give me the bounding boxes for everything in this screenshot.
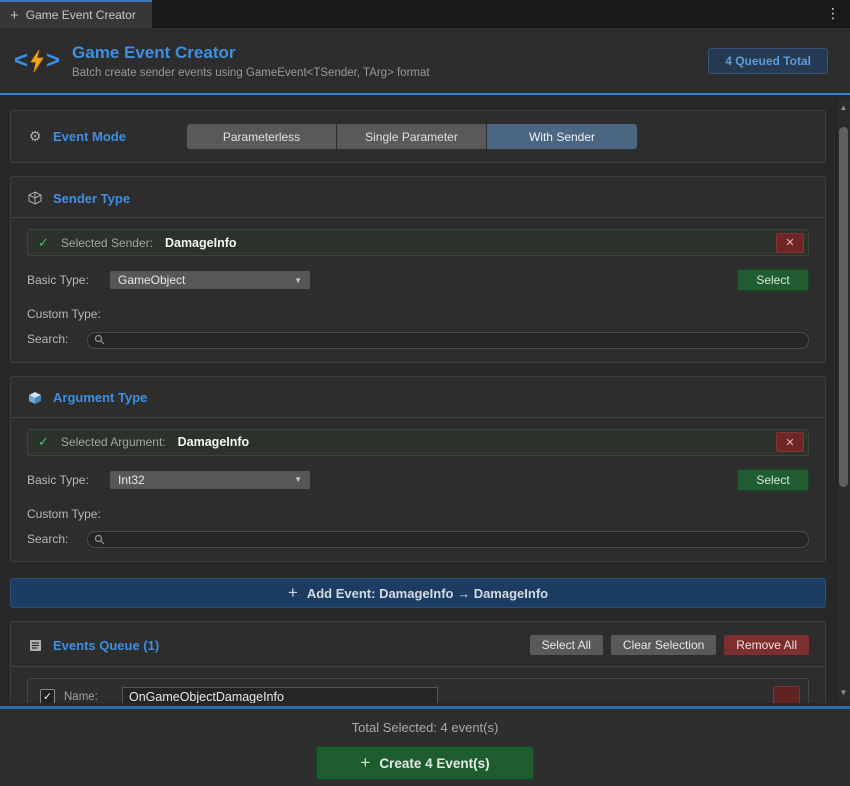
sender-basic-type-label: Basic Type: [27, 273, 89, 287]
selected-sender-label: Selected Sender: [60, 235, 153, 250]
sender-search-input[interactable] [87, 331, 809, 349]
remove-all-button[interactable]: Remove All [724, 635, 809, 655]
argument-basic-type-value: Int32 [118, 472, 145, 487]
tab-bar: + Game Event Creator ⋮ [0, 0, 850, 28]
events-queue-header: Events Queue (1) Select All Clear Select… [27, 635, 809, 655]
footer: Total Selected: 4 event(s) + Create 4 Ev… [0, 706, 850, 786]
gear-icon: ⚙ [28, 128, 42, 144]
checkmark-icon: ✓ [38, 234, 49, 250]
argument-type-title-row: Argument Type [27, 390, 809, 406]
sender-type-panel: Sender Type ✓ Selected Sender: DamageInf… [10, 176, 826, 363]
chevron-down-icon: ▼ [294, 275, 302, 285]
argument-searchbox [87, 530, 809, 550]
list-icon [27, 637, 43, 653]
page-title: Game Event Creator [72, 42, 236, 62]
clear-selection-button[interactable]: Clear Selection [610, 635, 717, 655]
argument-custom-type-label: Custom Type: [27, 506, 101, 521]
selected-argument-value: DamageInfo [177, 435, 250, 449]
add-event-label: Add Event: DamageInfo → DamageInfo [306, 585, 549, 601]
event-mode-panel: ⚙ Event Mode Parameterless Single Parame… [10, 110, 826, 163]
argument-basic-type-label: Basic Type: [27, 472, 89, 487]
selected-sender-value: DamageInfo [164, 235, 237, 250]
argument-search-row: Search: [27, 530, 809, 550]
window-menu-icon[interactable]: ⋮ [826, 5, 840, 22]
sender-custom-type-label: Custom Type: [27, 307, 101, 321]
sender-type-title-row: Sender Type [27, 190, 809, 206]
argument-search-label: Search: [27, 531, 69, 546]
argument-select-button[interactable]: Select [737, 468, 809, 491]
sender-basic-type-value: GameObject [118, 273, 186, 287]
scrollbar-down-button[interactable]: ▼ [837, 688, 850, 697]
checkmark-icon: ✓ [42, 691, 53, 703]
argument-search-input[interactable] [87, 531, 809, 548]
tab-label: Game Event Creator [25, 8, 136, 22]
search-icon [94, 332, 105, 350]
cube-outline-icon [27, 190, 43, 206]
argument-type-title: Argument Type [53, 390, 148, 405]
select-all-button[interactable]: Select All [529, 635, 603, 655]
clear-argument-button[interactable]: ✕ [776, 432, 804, 452]
argument-type-panel: Argument Type ✓ Selected Argument: Damag… [10, 375, 826, 562]
chevron-down-icon: ▼ [294, 475, 302, 484]
queue-item-name-input[interactable] [122, 687, 438, 703]
sender-basic-type-dropdown[interactable]: GameObject ▼ [109, 270, 311, 290]
selected-sender-row: ✓ Selected Sender: DamageInfo ✕ [27, 229, 809, 256]
sender-basic-type-row: Basic Type: GameObject ▼ Select [27, 269, 809, 291]
divider [11, 666, 825, 667]
plus-icon: + [287, 583, 298, 602]
remove-queue-item-button[interactable]: ✕ [773, 686, 800, 703]
events-queue-panel: Events Queue (1) Select All Clear Select… [10, 621, 826, 703]
events-queue-title: Events Queue (1) [53, 637, 160, 653]
sender-search-row: Search: [27, 330, 809, 349]
clear-sender-button[interactable]: ✕ [776, 232, 804, 253]
content-area: ⚙ Event Mode Parameterless Single Parame… [0, 97, 850, 703]
selected-argument-label: Selected Argument: [60, 435, 166, 449]
plus-icon: + [360, 753, 371, 772]
queue-item-grid: ✓ Name: Category Type: <GameObject, Dama… [40, 687, 764, 703]
scrollbar-up-button[interactable]: ▲ [837, 103, 850, 112]
event-mode-title-row: ⚙ Event Mode [27, 128, 187, 145]
mode-button-single-parameter[interactable]: Single Parameter [337, 124, 487, 149]
search-icon [94, 532, 105, 550]
divider [11, 416, 825, 418]
cube-filled-icon [27, 390, 43, 406]
sender-search-label: Search: [27, 332, 69, 347]
header: < > Game Event Creator Batch create send… [0, 28, 850, 95]
event-mode-segmented-control: Parameterless Single Parameter With Send… [187, 124, 637, 149]
app-logo-icon: < > [14, 47, 60, 75]
selected-argument-row: ✓ Selected Argument: DamageInfo ✕ [27, 428, 809, 456]
sender-searchbox [87, 330, 809, 349]
angle-right-glyph: > [46, 46, 61, 74]
checkmark-icon: ✓ [38, 434, 49, 449]
sender-select-button[interactable]: Select [737, 269, 809, 291]
add-event-button[interactable]: + Add Event: DamageInfo → DamageInfo [10, 578, 826, 608]
tab-game-event-creator[interactable]: + Game Event Creator [0, 0, 152, 28]
scroll-content: ⚙ Event Mode Parameterless Single Parame… [0, 110, 836, 703]
create-events-button[interactable]: + Create 4 Event(s) [316, 746, 534, 780]
sender-type-title: Sender Type [53, 190, 131, 206]
mode-button-parameterless[interactable]: Parameterless [187, 124, 337, 149]
vertical-scrollbar[interactable]: ▲ ▼ [836, 99, 850, 701]
argument-basic-type-dropdown[interactable]: Int32 ▼ [109, 469, 311, 490]
tab-add-icon: + [10, 6, 19, 24]
close-icon: ✕ [785, 436, 795, 449]
total-selected-text: Total Selected: 4 event(s) [351, 720, 499, 735]
header-text: Game Event Creator Batch create sender e… [72, 43, 430, 79]
queue-item: ✓ Name: Category Type: <GameObject, Dama… [27, 678, 809, 703]
queue-item-checkbox[interactable]: ✓ [40, 689, 55, 703]
queued-total-badge: 4 Queued Total [708, 47, 828, 74]
event-mode-title: Event Mode [53, 129, 126, 144]
scrollbar-thumb[interactable] [839, 127, 848, 487]
events-queue-title-row: Events Queue (1) [27, 637, 522, 653]
lightning-bolt-icon [30, 49, 44, 72]
close-icon: ✕ [782, 702, 791, 704]
queue-item-name-label: Name: [64, 690, 98, 703]
page-subtitle: Batch create sender events using GameEve… [72, 66, 430, 79]
create-events-label: Create 4 Event(s) [379, 755, 490, 771]
divider [11, 217, 825, 218]
argument-basic-type-row: Basic Type: Int32 ▼ Select [27, 468, 809, 491]
angle-left-glyph: < [14, 46, 29, 74]
close-icon: ✕ [785, 237, 795, 249]
mode-button-with-sender[interactable]: With Sender [487, 124, 637, 149]
